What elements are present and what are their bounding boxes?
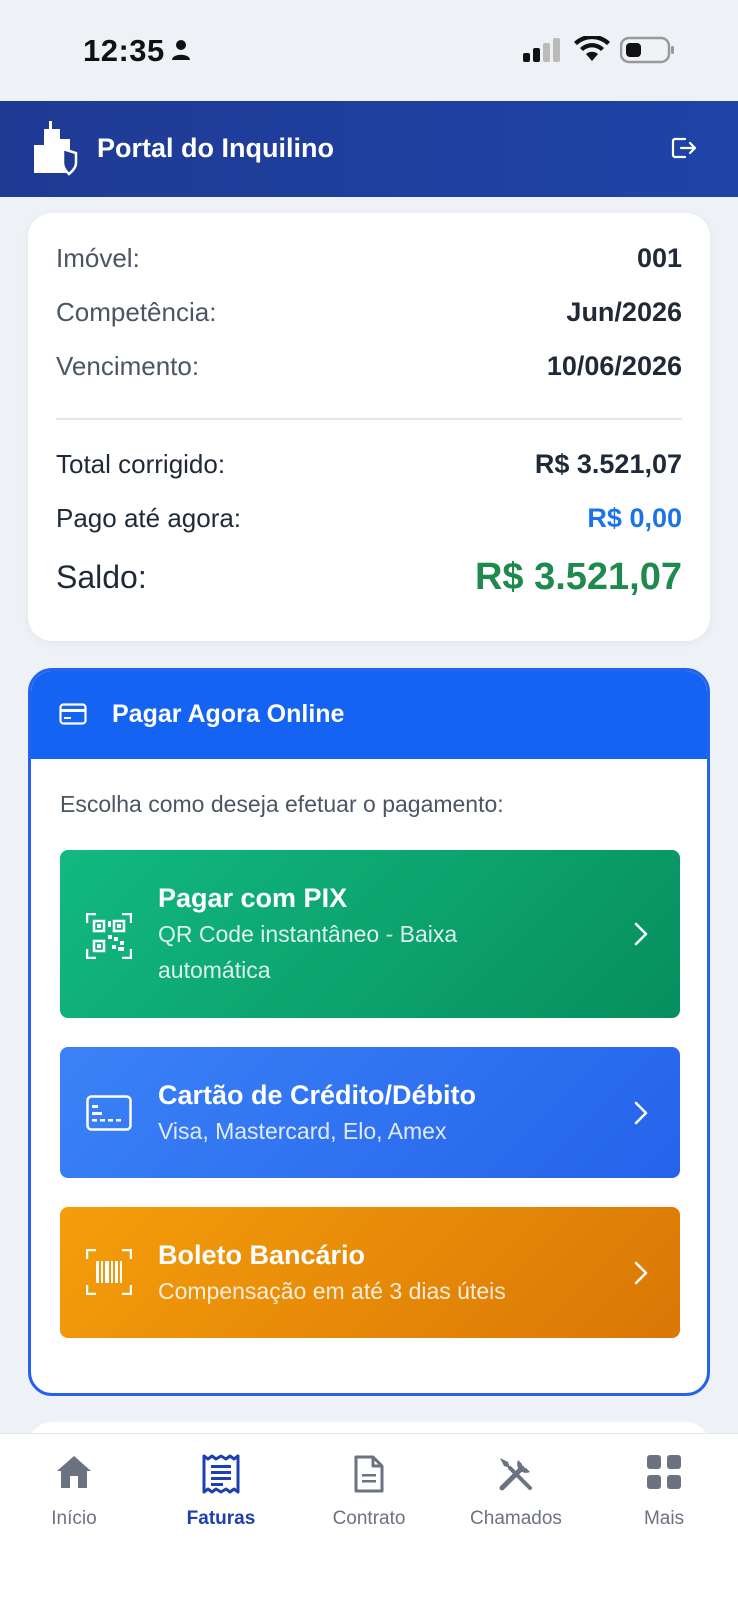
pay-online-header: Pagar Agora Online bbox=[31, 671, 707, 759]
pay-pix-subtitle: QR Code instantâneo - Baixa automática bbox=[158, 921, 458, 983]
vencimento-value: 10/06/2026 bbox=[546, 351, 682, 381]
bottom-nav: Início Faturas Contrato Chamados Mais bbox=[0, 1433, 738, 1600]
status-bar: 12:35 bbox=[0, 0, 738, 101]
wifi-icon bbox=[574, 36, 610, 61]
credit-card-icon bbox=[86, 1095, 132, 1131]
barcode-icon bbox=[86, 1249, 132, 1295]
pay-card-title: Cartão de Crédito/Débito bbox=[158, 1080, 477, 1110]
invoice-icon bbox=[202, 1454, 240, 1494]
tools-icon bbox=[499, 1458, 532, 1491]
total-value: R$ 3.521,07 bbox=[534, 449, 682, 479]
pay-card-button[interactable]: Cartão de Crédito/Débito Visa, Mastercar… bbox=[60, 1047, 680, 1178]
app-header: Portal do Inquilino bbox=[0, 101, 738, 197]
credit-card-icon bbox=[59, 703, 87, 725]
pago-label: Pago até agora: bbox=[56, 503, 242, 533]
imovel-row: Imóvel: 001 bbox=[56, 243, 682, 274]
pay-card-subtitle: Visa, Mastercard, Elo, Amex bbox=[158, 1118, 447, 1144]
app-title: Portal do Inquilino bbox=[97, 133, 334, 163]
pay-pix-title: Pagar com PIX bbox=[158, 883, 348, 913]
logout-icon[interactable] bbox=[671, 136, 697, 160]
nav-label-mais: Mais bbox=[643, 1508, 685, 1529]
document-icon bbox=[354, 1455, 384, 1493]
nav-label-chamados: Chamados bbox=[470, 1508, 562, 1529]
competencia-label: Competência: bbox=[56, 297, 217, 327]
vencimento-label: Vencimento: bbox=[56, 351, 200, 381]
pay-boleto-button[interactable]: Boleto Bancário Compensação em até 3 dia… bbox=[60, 1207, 680, 1338]
status-time: 12:35 bbox=[83, 33, 165, 68]
summary-divider bbox=[56, 418, 682, 420]
pay-pix-button[interactable]: Pagar com PIX QR Code instantâneo - Baix… bbox=[60, 850, 680, 1018]
pay-online-title: Pagar Agora Online bbox=[112, 700, 345, 728]
pay-boleto-title: Boleto Bancário bbox=[158, 1240, 366, 1270]
saldo-row: Saldo: R$ 3.521,07 bbox=[56, 556, 682, 599]
qr-code-icon bbox=[86, 913, 132, 959]
chevron-right-icon bbox=[634, 922, 648, 946]
nav-item-faturas[interactable]: Faturas bbox=[151, 1434, 291, 1544]
total-row: Total corrigido: R$ 3.521,07 bbox=[56, 449, 682, 480]
imovel-label: Imóvel: bbox=[56, 243, 140, 273]
nav-item-inicio[interactable]: Início bbox=[4, 1434, 144, 1544]
total-label: Total corrigido: bbox=[56, 449, 226, 479]
cellular-signal-icon bbox=[523, 38, 560, 62]
saldo-label: Saldo: bbox=[56, 559, 147, 595]
invoice-summary-card: Imóvel: 001 Competência: Jun/2026 Vencim… bbox=[28, 213, 710, 641]
vencimento-row: Vencimento: 10/06/2026 bbox=[56, 351, 682, 382]
nav-label-inicio: Início bbox=[51, 1508, 97, 1529]
pay-boleto-subtitle: Compensação em até 3 dias úteis bbox=[158, 1278, 506, 1304]
pago-value: R$ 0,00 bbox=[587, 503, 682, 533]
competencia-row: Competência: Jun/2026 bbox=[56, 297, 682, 328]
imovel-value: 001 bbox=[636, 243, 682, 273]
nav-label-contrato: Contrato bbox=[332, 1508, 406, 1529]
home-icon bbox=[57, 1456, 91, 1488]
chevron-right-icon bbox=[634, 1101, 648, 1125]
pay-instructions: Escolha como deseja efetuar o pagamento: bbox=[60, 791, 504, 817]
competencia-value: Jun/2026 bbox=[566, 297, 682, 327]
saldo-value: R$ 3.521,07 bbox=[474, 556, 682, 598]
grid-icon bbox=[647, 1455, 681, 1489]
pay-online-card: Pagar Agora Online Escolha como deseja e… bbox=[28, 668, 710, 1396]
chevron-right-icon bbox=[634, 1261, 648, 1285]
person-icon bbox=[172, 40, 190, 60]
pago-row: Pago até agora: R$ 0,00 bbox=[56, 503, 682, 534]
nav-item-contrato[interactable]: Contrato bbox=[299, 1434, 439, 1544]
nav-item-chamados[interactable]: Chamados bbox=[446, 1434, 586, 1544]
nav-label-faturas: Faturas bbox=[186, 1508, 256, 1529]
nav-item-mais[interactable]: Mais bbox=[594, 1434, 734, 1544]
battery-icon bbox=[620, 36, 674, 64]
building-shield-logo-icon bbox=[34, 121, 78, 176]
